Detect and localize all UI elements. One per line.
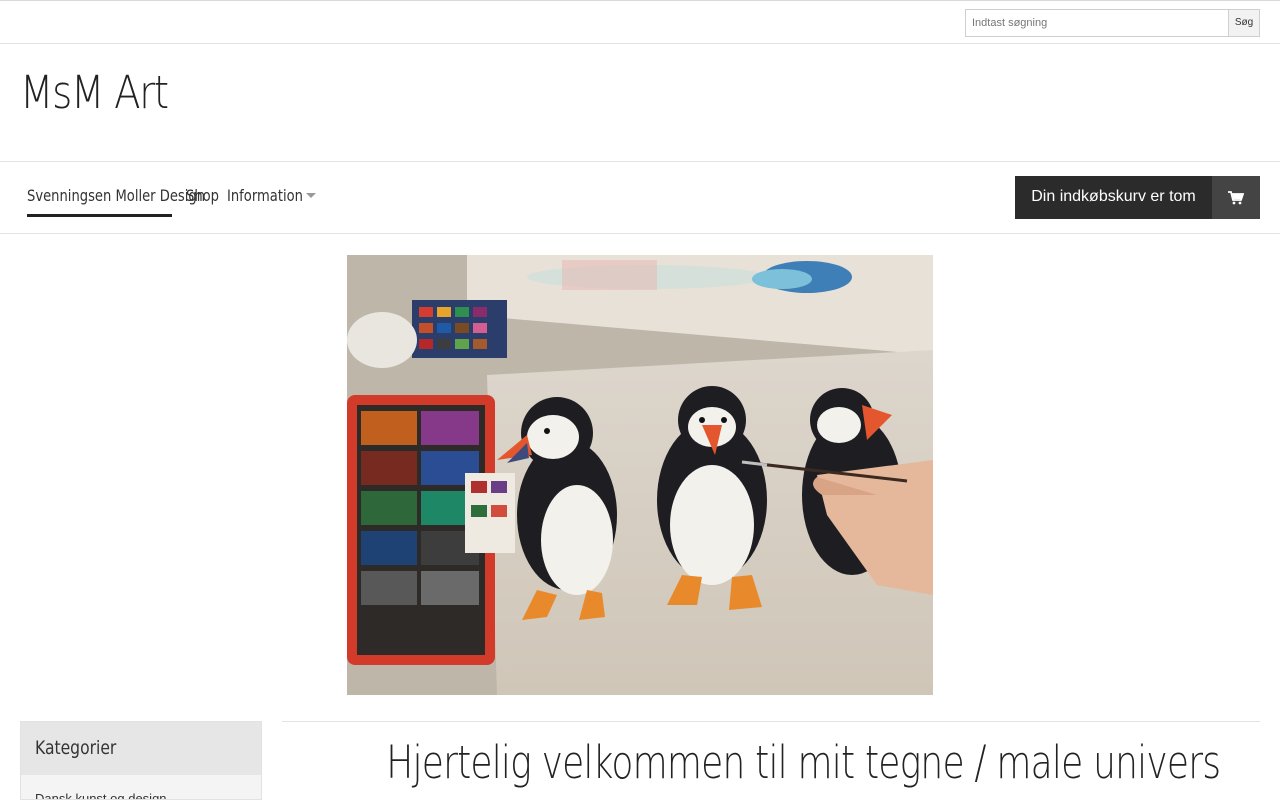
nav-item-label: Shop (186, 186, 220, 205)
category-item[interactable]: Dansk kunst og design (21, 775, 261, 799)
search-input[interactable] (965, 9, 1229, 37)
content-divider (282, 721, 1260, 722)
hero-image (347, 255, 933, 695)
shopping-cart-icon (1212, 176, 1260, 219)
nav-item-label: Information (227, 186, 303, 205)
search-button[interactable]: Søg (1228, 9, 1260, 37)
site-title[interactable]: MsM Art (20, 66, 169, 119)
nav-item-label: Svenningsen Moller Design (27, 186, 206, 205)
categories-heading: Kategorier (21, 722, 261, 775)
cart-status-label: Din indkøbskurv er tom (1015, 176, 1212, 219)
cart-button[interactable]: Din indkøbskurv er tom (1015, 176, 1260, 219)
main-navigation-bar: Svenningsen Moller Design Shop Informati… (0, 161, 1280, 234)
nav-item-shop[interactable]: Shop (186, 186, 219, 217)
categories-panel: Kategorier Dansk kunst og design (20, 721, 262, 800)
nav-item-information[interactable]: Information (227, 186, 317, 217)
welcome-heading: Hjertelig velkommen til mit tegne / male… (386, 736, 1221, 789)
dropdown-caret-icon (306, 193, 316, 198)
nav-item-svenningsen-moller-design[interactable]: Svenningsen Moller Design (27, 186, 205, 217)
main-nav: Svenningsen Moller Design Shop Informati… (27, 186, 317, 217)
search-form: Søg (965, 9, 1260, 37)
top-bar: Søg (0, 0, 1280, 44)
